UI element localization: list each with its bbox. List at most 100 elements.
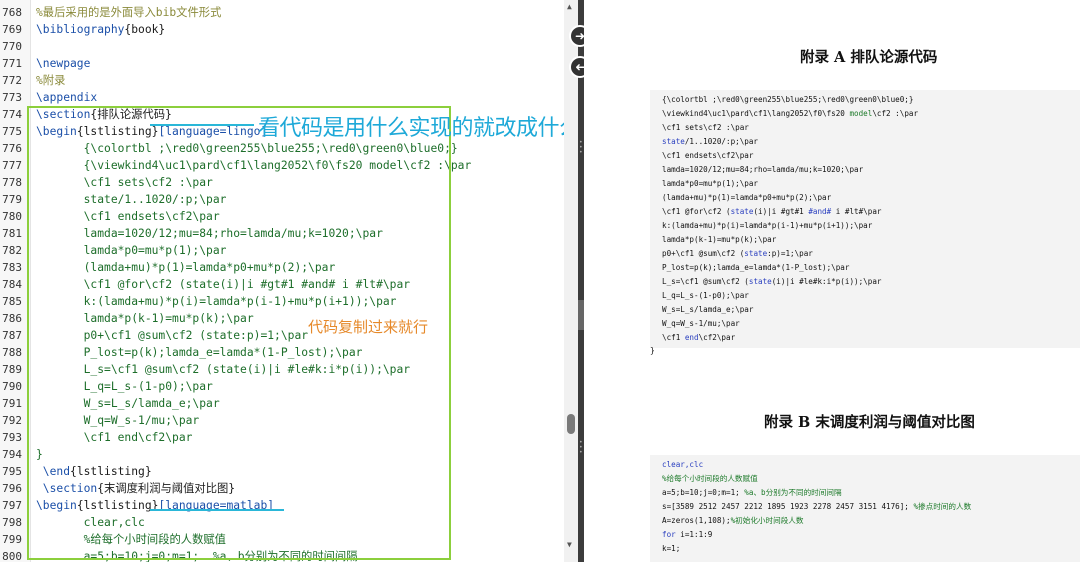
code-line[interactable]: }: [36, 446, 43, 463]
line-number: 790: [2, 380, 22, 393]
code-token: \begin: [36, 499, 77, 512]
code-token: {lstlisting}: [76, 125, 159, 138]
code-token: {lstlisting}: [76, 499, 159, 512]
code-line[interactable]: \section{排队论源代码}: [36, 106, 172, 123]
code-line[interactable]: lamda*p0=mu*p(1);\par: [36, 242, 227, 259]
pdf-code-token: end: [684, 333, 699, 342]
code-line[interactable]: \cf1 end\cf2\par: [36, 429, 193, 446]
code-line[interactable]: clear,clc: [36, 514, 145, 531]
code-editor-pane[interactable]: 768 769 770 771 772 773 774 775 776 777 778 779 780 7…: [0, 0, 578, 562]
pdf-code-token: {\colortbl ;\red0\green255\blue255;\red0…: [662, 95, 914, 104]
code-line[interactable]: \cf1 @for\cf2 (state(i)|i #gt#1 #and# i …: [36, 276, 410, 293]
pdf-code-line: k:(lamda+mu)*p(i)=lamda*p(i-1)+mu*p(i+1)…: [662, 219, 872, 233]
pdf-code-token: lamda=1020/12;mu=84;rho=lamda/mu;k=1020;…: [662, 165, 864, 174]
scroll-up-icon[interactable]: ▲: [567, 2, 572, 11]
pdf-code-line: \cf1 @for\cf2 (state(i)|i #gt#1 #and# i …: [662, 205, 881, 219]
code-line[interactable]: \newpage: [36, 55, 90, 72]
pdf-code-line: %给每个小时间段的人数赋值: [662, 472, 758, 486]
code-token: state/1..1020/:p;\par: [36, 193, 227, 206]
code-token: W_s=L_s/lamda_e;\par: [36, 397, 220, 410]
code-line[interactable]: \section{末调度利润与阈值对比图}: [36, 480, 235, 497]
code-token: }: [36, 448, 43, 461]
code-line[interactable]: p0+\cf1 @sum\cf2 (state:p)=1;\par: [36, 327, 308, 344]
splitter-grip-icon: • • •: [579, 139, 583, 156]
code-token: \cf1 @for\cf2 (state(i)|i #gt#1 #and# i …: [36, 278, 411, 291]
pdf-code-token: clear,clc: [662, 460, 704, 469]
pdf-code-token: lamda*p(k-1)=mu*p(k);\par: [662, 235, 777, 244]
code-token: {末调度利润与阈值对比图}: [97, 482, 236, 495]
scroll-down-icon[interactable]: ▼: [567, 540, 572, 549]
code-line[interactable]: k:(lamda+mu)*p(i)=lamda*p(i-1)+mu*p(i+1)…: [36, 293, 397, 310]
pdf-code-line: state/1..1020/:p;\par: [662, 135, 758, 149]
pdf-code-token: model: [849, 109, 873, 118]
line-number: 793: [2, 431, 22, 444]
pdf-code-token: W_s=L_s/lamda_e;\par: [662, 305, 754, 314]
pdf-code-line: \cf1 sets\cf2 :\par: [662, 121, 749, 135]
appendix-a-title: 附录 A 排队论源代码: [800, 49, 938, 66]
code-token: {book}: [124, 23, 166, 36]
code-line[interactable]: (lamda+mu)*p(1)=lamda*p0+mu*p(2);\par: [36, 259, 336, 276]
code-line[interactable]: W_s=L_s/lamda_e;\par: [36, 395, 220, 412]
code-line[interactable]: \bibliography{book}: [36, 21, 165, 38]
code-line[interactable]: \end{lstlisting}: [36, 463, 152, 480]
pdf-code-token: %掺点时间的人数: [913, 502, 972, 511]
pdf-code-line: lamda=1020/12;mu=84;rho=lamda/mu;k=1020;…: [662, 163, 863, 177]
pdf-code-line: \cf1 end\cf2\par: [662, 331, 735, 345]
line-number: 787: [2, 329, 22, 342]
code-line[interactable]: lamda=1020/12;mu=84;rho=lamda/mu;k=1020;…: [36, 225, 383, 242]
pdf-code-token: L_s=\cf1 @sum\cf2 (: [662, 277, 749, 286]
pdf-code-line: s=[3589 2512 2457 2212 1895 1923 2278 24…: [662, 500, 971, 514]
pdf-code-token: A=zeros(1,108);: [662, 516, 731, 525]
code-token: \cf1 end\cf2\par: [36, 431, 193, 444]
line-number: 789: [2, 363, 22, 376]
line-number: 778: [2, 176, 22, 189]
code-token: \appendix: [36, 91, 98, 104]
code-line[interactable]: a=5;b=10;j=0;m=1; %a、b分别为不同的时间间隔: [36, 548, 358, 562]
line-number: 791: [2, 397, 22, 410]
code-line[interactable]: W_q=W_s-1/mu;\par: [36, 412, 200, 429]
pdf-code-line: W_s=L_s/lamda_e;\par: [662, 303, 753, 317]
code-area[interactable]: %最后采用的是外面导入bib文件形式 \bibliography{book} \ne…: [36, 0, 564, 562]
pdf-code-token: L_q=L_s-(1-p0);\par: [662, 291, 749, 300]
pdf-code-token: i #lt#\par: [831, 207, 882, 216]
code-token: %附录: [36, 74, 66, 87]
pdf-preview-pane[interactable]: 附录 A 排队论源代码 {\colortbl ;\red0\green255\b…: [584, 0, 1080, 562]
code-line[interactable]: \cf1 endsets\cf2\par: [36, 208, 220, 225]
code-line[interactable]: {\viewkind4\uc1\pard\cf1\lang2052\f0\fs2…: [36, 157, 472, 174]
code-line[interactable]: \appendix: [36, 89, 97, 106]
pdf-code-line: (lamda+mu)*p(1)=lamda*p0+mu*p(2);\par: [662, 191, 831, 205]
scrollbar-thumb[interactable]: [567, 414, 575, 434]
code-token: \cf1 sets\cf2 :\par: [36, 176, 213, 189]
code-token: lamda=1020/12;mu=84;rho=lamda/mu;k=1020;…: [36, 227, 383, 240]
appendix-a-closing-brace: }: [650, 346, 655, 355]
pdf-code-token: (lamda+mu)*p(1)=lamda*p0+mu*p(2);\par: [662, 193, 832, 202]
code-line[interactable]: \begin{lstlisting}[language=matlab]: [36, 497, 274, 514]
pdf-code-token: lamda*p0=mu*p(1);\par: [662, 179, 759, 188]
pdf-code-token: :p)=1;\par: [767, 249, 813, 258]
code-line[interactable]: P_lost=p(k);lamda_e=lamda*(1-P_lost);\pa…: [36, 344, 363, 361]
code-line[interactable]: {\colortbl ;\red0\green255\blue255;\red0…: [36, 140, 458, 157]
line-number: 792: [2, 414, 22, 427]
code-line[interactable]: %附录: [36, 72, 65, 89]
code-token: {lstlisting}: [70, 465, 152, 478]
line-number: 800: [2, 550, 22, 562]
code-line[interactable]: lamda*p(k-1)=mu*p(k);\par: [36, 310, 254, 327]
editor-scrollbar[interactable]: ▲ ▼: [564, 0, 578, 562]
code-line[interactable]: %给每个小时间段的人数赋值: [36, 531, 226, 548]
code-line[interactable]: state/1..1020/:p;\par: [36, 191, 227, 208]
code-token: \bibliography: [36, 23, 125, 36]
code-token: L_s=\cf1 @sum\cf2 (state(i)|i #le#k:i*p(…: [36, 363, 411, 376]
code-token: {排队论源代码}: [90, 108, 172, 121]
pdf-code-token: \cf2 :\par: [872, 109, 919, 118]
code-line[interactable]: L_s=\cf1 @sum\cf2 (state(i)|i #le#k:i*p(…: [36, 361, 410, 378]
line-number: 799: [2, 533, 22, 546]
splitter-grip-icon: • • •: [579, 439, 583, 456]
code-line[interactable]: L_q=L_s-(1-p0);\par: [36, 378, 213, 395]
code-line[interactable]: \cf1 sets\cf2 :\par: [36, 174, 213, 191]
pdf-code-line: a=5;b=10;j=0;m=1; %a、b分别为不同的时间间隔: [662, 486, 842, 500]
line-number: 779: [2, 193, 22, 206]
pdf-code-token: p0+\cf1 @sum\cf2 (: [662, 249, 745, 258]
code-line[interactable]: %最后采用的是外面导入bib文件形式: [36, 4, 221, 21]
code-token: lamda*p0=mu*p(1);\par: [36, 244, 227, 257]
pdf-code-line: for i=1:1:9: [662, 528, 712, 542]
